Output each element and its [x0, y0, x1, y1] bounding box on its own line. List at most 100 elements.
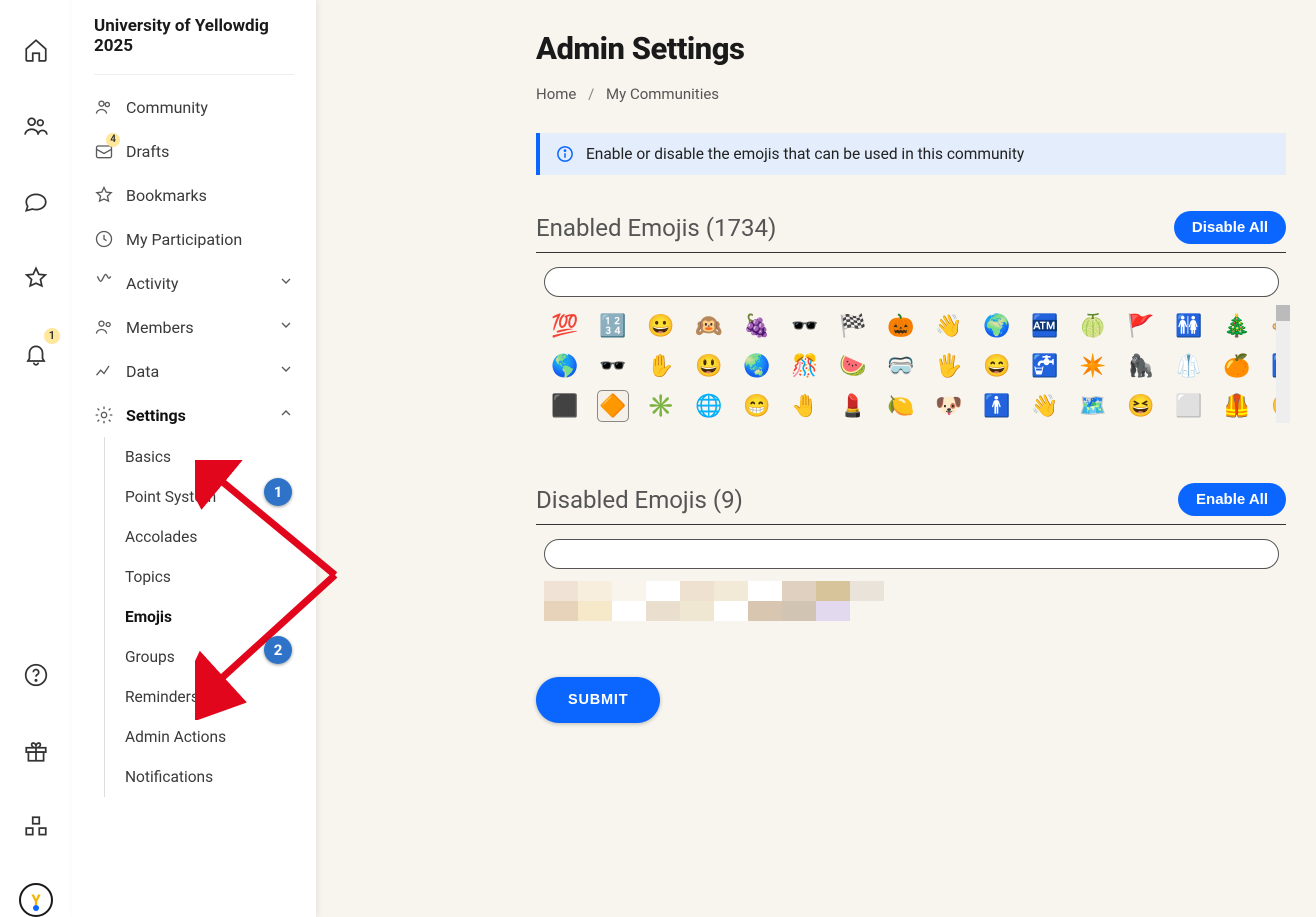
- sidebar-item-members[interactable]: Members: [94, 305, 294, 349]
- emoji-cell[interactable]: 🗺️: [1078, 391, 1108, 421]
- sub-item-emojis[interactable]: Emojis: [125, 597, 294, 637]
- emoji-cell[interactable]: ✋: [646, 351, 676, 381]
- disabled-emoji-swatch[interactable]: [646, 581, 680, 601]
- disabled-emoji-swatch[interactable]: [544, 581, 578, 601]
- sub-item-admin-actions[interactable]: Admin Actions: [125, 717, 294, 757]
- sub-item-basics[interactable]: Basics: [125, 437, 294, 477]
- sidebar-item-data[interactable]: Data: [94, 349, 294, 393]
- star-icon[interactable]: [16, 258, 56, 298]
- disabled-emoji-swatch[interactable]: [680, 601, 714, 621]
- disabled-emoji-swatch[interactable]: [782, 601, 816, 621]
- enabled-emoji-search[interactable]: [544, 267, 1279, 297]
- emoji-cell[interactable]: 😆: [1126, 391, 1156, 421]
- emoji-cell[interactable]: 🍈: [1078, 311, 1108, 341]
- disabled-emoji-swatch[interactable]: [850, 581, 884, 601]
- emoji-cell[interactable]: 🎊: [790, 351, 820, 381]
- sidebar-item-activity[interactable]: Activity: [94, 261, 294, 305]
- emoji-cell[interactable]: 🚰: [1030, 351, 1060, 381]
- emoji-cell[interactable]: 🍋: [886, 391, 916, 421]
- emoji-cell[interactable]: 🦺: [1222, 391, 1252, 421]
- emoji-cell[interactable]: 🌎: [550, 351, 580, 381]
- disable-all-button[interactable]: Disable All: [1174, 211, 1286, 244]
- disabled-emoji-swatch[interactable]: [816, 601, 850, 621]
- disabled-emoji-swatch[interactable]: [680, 581, 714, 601]
- emoji-cell[interactable]: 😀: [646, 311, 676, 341]
- scrollbar-thumb[interactable]: [1276, 305, 1290, 321]
- emoji-cell[interactable]: ⬛: [550, 391, 580, 421]
- breadcrumb-home[interactable]: Home: [536, 85, 576, 103]
- emoji-cell[interactable]: 🌏: [742, 351, 772, 381]
- emoji-cell[interactable]: 😃: [694, 351, 724, 381]
- disabled-emoji-swatch[interactable]: [714, 601, 748, 621]
- enable-all-button[interactable]: Enable All: [1178, 483, 1286, 516]
- emoji-cell[interactable]: 🖐️: [934, 351, 964, 381]
- gift-icon[interactable]: [16, 731, 56, 771]
- emoji-cell[interactable]: 💯: [550, 311, 580, 341]
- disabled-emoji-swatch[interactable]: [748, 601, 782, 621]
- scrollbar-track[interactable]: [1276, 305, 1290, 423]
- disabled-emoji-swatch[interactable]: [578, 581, 612, 601]
- chat-icon[interactable]: [16, 182, 56, 222]
- emoji-cell[interactable]: ✳️: [646, 391, 676, 421]
- apps-icon[interactable]: [16, 807, 56, 847]
- emoji-cell[interactable]: 👋: [1030, 391, 1060, 421]
- disabled-emoji-swatch[interactable]: [578, 601, 612, 621]
- avatar[interactable]: Y: [19, 883, 53, 917]
- emoji-cell[interactable]: 🌐: [694, 391, 724, 421]
- emoji-cell[interactable]: 🚩: [1126, 311, 1156, 341]
- disabled-emoji-swatch[interactable]: [714, 581, 748, 601]
- sub-item-notifications[interactable]: Notifications: [125, 757, 294, 797]
- disabled-emoji-swatch[interactable]: [612, 581, 646, 601]
- disabled-emoji-swatch[interactable]: [748, 581, 782, 601]
- emoji-cell[interactable]: ⬜: [1174, 391, 1204, 421]
- disabled-emoji-swatch[interactable]: [544, 601, 578, 621]
- emoji-cell[interactable]: 🙉: [694, 311, 724, 341]
- emoji-cell[interactable]: 😄: [982, 351, 1012, 381]
- emoji-cell[interactable]: 😁: [742, 391, 772, 421]
- sub-item-topics[interactable]: Topics: [125, 557, 294, 597]
- emoji-cell[interactable]: 🚹: [982, 391, 1012, 421]
- enabled-title: Enabled Emojis (1734): [536, 214, 776, 242]
- home-icon[interactable]: [16, 30, 56, 70]
- help-icon[interactable]: [16, 655, 56, 695]
- sub-item-accolades[interactable]: Accolades: [125, 517, 294, 557]
- emoji-cell[interactable]: 🤚: [790, 391, 820, 421]
- sidebar-item-bookmarks[interactable]: Bookmarks: [94, 173, 294, 217]
- emoji-cell[interactable]: 🥽: [886, 351, 916, 381]
- emoji-cell[interactable]: 🔢: [598, 311, 628, 341]
- emoji-cell[interactable]: 🔶: [598, 391, 628, 421]
- emoji-cell[interactable]: 🐶: [934, 391, 964, 421]
- sidebar-item-drafts[interactable]: 4 Drafts: [94, 129, 294, 173]
- emoji-cell[interactable]: 🥼: [1174, 351, 1204, 381]
- emoji-cell[interactable]: 🚻: [1174, 311, 1204, 341]
- emoji-cell[interactable]: 🏧: [1030, 311, 1060, 341]
- emoji-cell[interactable]: 🌍: [982, 311, 1012, 341]
- disabled-emoji-swatch[interactable]: [782, 581, 816, 601]
- people-icon[interactable]: [16, 106, 56, 146]
- emoji-cell[interactable]: 🍇: [742, 311, 772, 341]
- emoji-cell[interactable]: ✴️: [1078, 351, 1108, 381]
- disabled-emoji-swatch[interactable]: [646, 601, 680, 621]
- sidebar-item-participation[interactable]: My Participation: [94, 217, 294, 261]
- disabled-emoji-grid[interactable]: [544, 581, 1286, 621]
- disabled-emoji-swatch[interactable]: [816, 581, 850, 601]
- bell-icon[interactable]: 1: [16, 334, 56, 374]
- members-icon: [94, 317, 114, 337]
- emoji-cell[interactable]: 🎄: [1222, 311, 1252, 341]
- emoji-cell[interactable]: 🦍: [1126, 351, 1156, 381]
- disabled-emoji-swatch[interactable]: [612, 601, 646, 621]
- sidebar-item-settings[interactable]: Settings: [94, 393, 294, 437]
- emoji-cell[interactable]: 👋: [934, 311, 964, 341]
- enabled-emoji-grid[interactable]: 💯🔢😀🙉🍇🕶️🏁🎃👋🌍🏧🍈🚩🚻🎄🐵🌎🕶️✋😃🌏🎊🍉🥽🖐️😄🚰✴️🦍🥼🍊♿⬛🔶✳️…: [544, 305, 1290, 439]
- emoji-cell[interactable]: 🕶️: [790, 311, 820, 341]
- emoji-cell[interactable]: 🍊: [1222, 351, 1252, 381]
- submit-button[interactable]: SUBMIT: [536, 677, 660, 723]
- emoji-cell[interactable]: 💄: [838, 391, 868, 421]
- emoji-cell[interactable]: 🍉: [838, 351, 868, 381]
- emoji-cell[interactable]: 🏁: [838, 311, 868, 341]
- sub-item-reminders[interactable]: Reminders: [125, 677, 294, 717]
- emoji-cell[interactable]: 🕶️: [598, 351, 628, 381]
- sidebar-item-community[interactable]: Community: [94, 85, 294, 129]
- emoji-cell[interactable]: 🎃: [886, 311, 916, 341]
- disabled-emoji-search[interactable]: [544, 539, 1279, 569]
